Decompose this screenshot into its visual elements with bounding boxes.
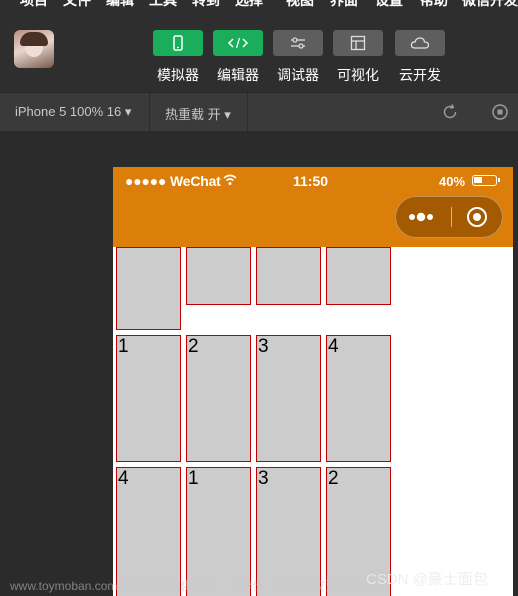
device-select[interactable]: iPhone 5 100% 16 ▾	[15, 104, 131, 120]
menu-item[interactable]: 项目	[20, 0, 48, 8]
grid-item	[326, 247, 391, 305]
menu-item[interactable]: 文件	[63, 0, 91, 8]
editor-button[interactable]	[213, 30, 263, 56]
phone-screen: ●●●●● WeChat 11:50 40% 1 2 3 4 4 1 3 2	[113, 167, 513, 596]
grid-item	[116, 247, 181, 330]
battery-icon	[472, 175, 500, 186]
cloud-label: 云开发	[399, 67, 441, 83]
avatar[interactable]	[14, 30, 54, 68]
menu-item[interactable]: 界面	[330, 0, 358, 8]
navigation-bar: ●●●●● WeChat 11:50 40%	[113, 167, 513, 247]
visual-button[interactable]	[333, 30, 383, 56]
menu-item[interactable]: 选择	[235, 0, 263, 8]
phone-icon	[173, 35, 183, 51]
carrier-text: ●●●●● WeChat	[125, 173, 221, 189]
battery-percent: 40%	[439, 174, 466, 189]
credit-text: CSDN @豪士面包	[366, 571, 488, 588]
menu-item[interactable]: 微信开发者工具	[462, 0, 518, 8]
status-time: 11:50	[293, 173, 329, 189]
stop-icon[interactable]	[491, 103, 509, 121]
capsule-menu	[395, 196, 503, 238]
menu-item[interactable]: 转到	[192, 0, 220, 8]
menu-bar: 项目 文件 编辑 工具 转到 选择 视图 界面 设置 帮助 微信开发者工具	[0, 0, 518, 8]
capsule-divider	[451, 207, 452, 227]
status-bar: ●●●●● WeChat 11:50 40%	[113, 167, 513, 195]
divider	[247, 93, 248, 131]
menu-item[interactable]: 编辑	[106, 0, 134, 8]
menu-item[interactable]: 工具	[149, 0, 177, 8]
close-miniprogram-icon[interactable]	[466, 206, 488, 228]
sub-toolbar: iPhone 5 100% 16 ▾ 热重载 开 ▾	[0, 92, 518, 132]
layout-icon	[350, 35, 366, 51]
hot-reload-select[interactable]: 热重载 开 ▾	[165, 104, 231, 123]
menu-item[interactable]: 设置	[375, 0, 403, 8]
page-content: 1 2 3 4 4 1 3 2	[113, 247, 513, 596]
toolbar: 模拟器 编辑器 调试器 可视化 云开发	[0, 8, 518, 92]
refresh-icon[interactable]	[441, 103, 459, 121]
divider	[149, 93, 150, 131]
grid-item: 2	[186, 335, 251, 462]
wifi-icon	[223, 174, 237, 185]
code-icon	[227, 37, 249, 49]
grid-item: 4	[326, 335, 391, 462]
simulator-button[interactable]	[153, 30, 203, 56]
more-icon[interactable]	[408, 211, 438, 223]
cloud-icon	[410, 37, 430, 49]
grid-item: 1	[116, 335, 181, 462]
visual-label: 可视化	[337, 67, 379, 83]
grid-item: 3	[256, 335, 321, 462]
menu-item[interactable]: 视图	[286, 0, 314, 8]
debugger-button[interactable]	[273, 30, 323, 56]
cloud-button[interactable]	[395, 30, 445, 56]
menu-item[interactable]: 帮助	[420, 0, 448, 8]
grid-item	[186, 247, 251, 305]
grid-item	[256, 247, 321, 305]
debugger-icon	[291, 37, 305, 49]
watermark-text: www.toymoban.com 网络图片仅供展示，非存储，如有侵权请联系删除。	[10, 579, 397, 593]
